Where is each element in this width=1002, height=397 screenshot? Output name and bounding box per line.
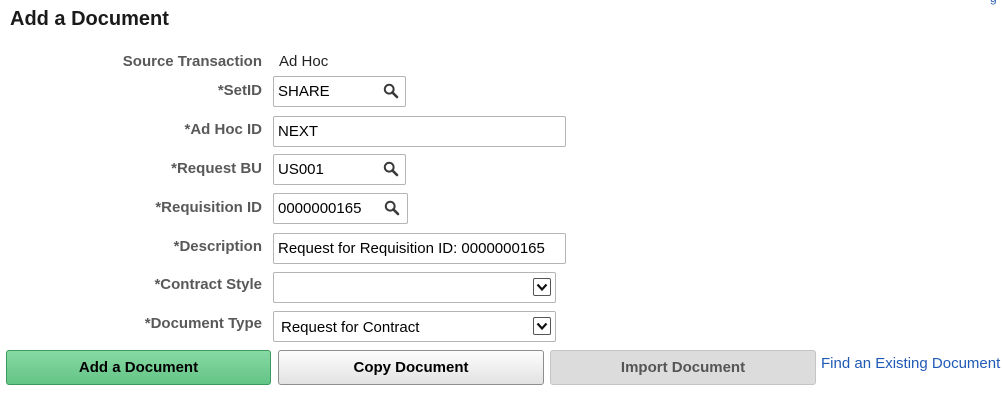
import-document-button: Import Document bbox=[550, 350, 816, 385]
setid-label: *SetID bbox=[217, 82, 262, 99]
find-existing-document-link[interactable]: Find an Existing Document bbox=[821, 355, 1000, 372]
document-type-value: Request for Contract bbox=[281, 319, 420, 336]
request-bu-lookup bbox=[273, 154, 406, 185]
description-input[interactable] bbox=[273, 233, 566, 264]
request-bu-input[interactable] bbox=[274, 155, 378, 184]
request-bu-label: *Request BU bbox=[171, 160, 262, 177]
ad-hoc-id-label: *Ad Hoc ID bbox=[184, 121, 262, 138]
chevron-down-icon[interactable] bbox=[533, 278, 551, 296]
requisition-id-lookup bbox=[273, 193, 408, 224]
setid-lookup bbox=[273, 76, 406, 107]
search-icon[interactable] bbox=[383, 161, 399, 177]
chevron-down-icon[interactable] bbox=[533, 317, 551, 335]
top-link-fragment: g bbox=[990, 0, 997, 5]
requisition-id-label: *Requisition ID bbox=[155, 199, 262, 216]
source-transaction-label: Source Transaction bbox=[122, 53, 262, 70]
add-document-button[interactable]: Add a Document bbox=[6, 350, 271, 385]
search-icon[interactable] bbox=[384, 200, 400, 216]
requisition-id-input[interactable] bbox=[274, 194, 380, 223]
setid-input[interactable] bbox=[274, 77, 378, 106]
page-title: Add a Document bbox=[10, 8, 169, 30]
top-link-fragment: ' bbox=[870, 0, 872, 5]
ad-hoc-id-input[interactable] bbox=[273, 116, 566, 147]
description-label: *Description bbox=[173, 238, 262, 255]
source-transaction-value: Ad Hoc bbox=[279, 53, 329, 70]
contract-style-label: *Contract Style bbox=[154, 276, 262, 293]
document-type-label: *Document Type bbox=[144, 315, 262, 332]
search-icon[interactable] bbox=[383, 83, 399, 99]
document-type-select[interactable]: Request for Contract bbox=[273, 311, 556, 342]
contract-style-select[interactable] bbox=[273, 272, 556, 303]
copy-document-button[interactable]: Copy Document bbox=[278, 350, 544, 385]
